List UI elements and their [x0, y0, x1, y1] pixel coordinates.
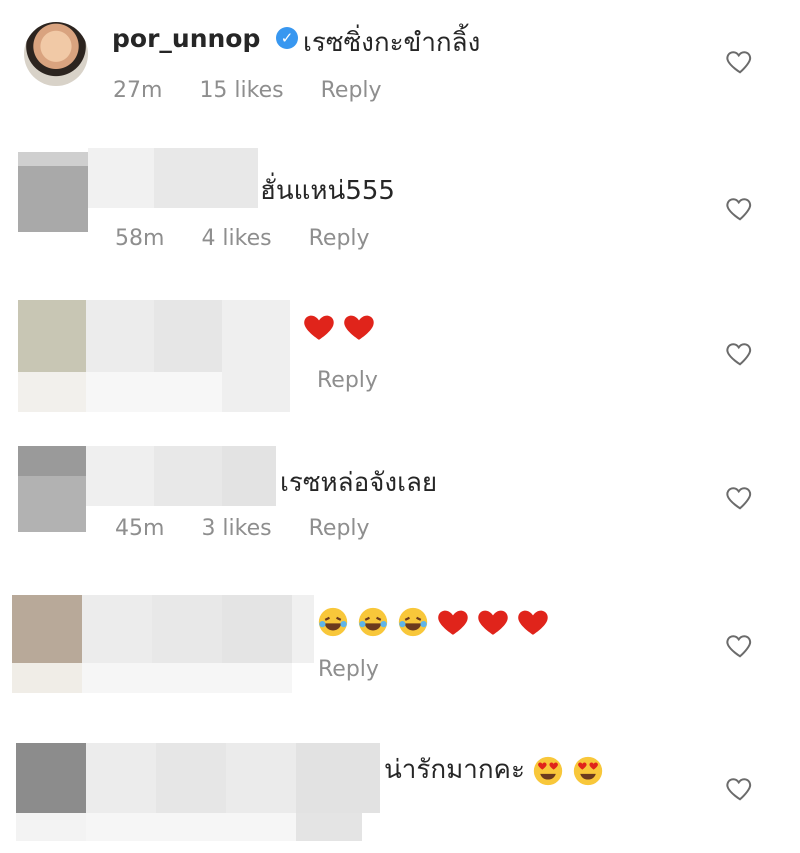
comment-text: ฮั่นแหน่555	[260, 176, 395, 206]
comment-meta: 58m 4 likes Reply	[115, 226, 400, 251]
reply-button[interactable]: Reply	[309, 516, 370, 541]
like-heart-icon[interactable]	[725, 482, 755, 512]
heart-eyes-icon	[571, 754, 605, 788]
tears-of-joy-icon	[396, 605, 430, 639]
blurred-username	[86, 300, 290, 412]
blurred-avatar	[18, 446, 86, 532]
red-heart-icon	[302, 310, 336, 344]
comment-meta: 27m 15 likes Reply	[113, 78, 412, 103]
comment-emoji	[310, 605, 550, 639]
avatar[interactable]	[24, 22, 88, 86]
blurred-username	[82, 595, 314, 693]
username[interactable]: por_unnop	[112, 24, 260, 53]
comment-meta: Reply	[317, 368, 408, 393]
blurred-username	[86, 743, 380, 841]
like-heart-icon[interactable]	[725, 338, 755, 368]
comment-row: ฮั่นแหน่555 58m 4 likes Reply	[0, 140, 800, 280]
comment-row: Reply	[0, 585, 800, 725]
comment-text: น่ารักมากคะ	[384, 755, 525, 785]
comment-row: เรซหล่อจังเลย 45m 3 likes Reply	[0, 440, 800, 580]
red-heart-icon	[516, 605, 550, 639]
red-heart-icon	[342, 310, 376, 344]
like-heart-icon[interactable]	[725, 773, 755, 803]
comment-text: เรซหล่อจังเลย	[280, 468, 438, 498]
comment-text: เรซซิ่งกะขำกลิ้ง	[303, 28, 481, 58]
heart-eyes-icon	[531, 754, 565, 788]
reply-button[interactable]: Reply	[321, 78, 382, 103]
comment-meta: 45m 3 likes Reply	[115, 516, 400, 541]
blurred-avatar	[18, 152, 88, 232]
timestamp: 58m	[115, 226, 165, 251]
verified-badge-icon: ✓	[276, 27, 298, 49]
like-heart-icon[interactable]	[725, 630, 755, 660]
comment-text-with-emoji: น่ารักมากคะ	[384, 749, 605, 790]
reply-button[interactable]: Reply	[317, 368, 378, 393]
tears-of-joy-icon	[316, 605, 350, 639]
blurred-username	[86, 446, 276, 506]
like-count[interactable]: 4 likes	[201, 226, 271, 251]
comment-row: por_unnop ✓ เรซซิ่งกะขำกลิ้ง 27m 15 like…	[0, 0, 800, 140]
blurred-avatar	[12, 595, 82, 693]
like-count[interactable]: 3 likes	[201, 516, 271, 541]
like-count[interactable]: 15 likes	[199, 78, 283, 103]
timestamp: 27m	[113, 78, 163, 103]
like-heart-icon[interactable]	[725, 193, 755, 223]
red-heart-icon	[436, 605, 470, 639]
comment-meta: Reply	[318, 657, 409, 682]
comment-emoji	[296, 310, 376, 344]
blurred-avatar	[18, 300, 86, 412]
comment-row: น่ารักมากคะ	[0, 735, 800, 853]
reply-button[interactable]: Reply	[309, 226, 370, 251]
blurred-username	[88, 148, 258, 208]
blurred-avatar	[16, 743, 86, 841]
red-heart-icon	[476, 605, 510, 639]
comment-row: Reply	[0, 290, 800, 430]
like-heart-icon[interactable]	[725, 46, 755, 76]
timestamp: 45m	[115, 516, 165, 541]
reply-button[interactable]: Reply	[318, 657, 379, 682]
tears-of-joy-icon	[356, 605, 390, 639]
